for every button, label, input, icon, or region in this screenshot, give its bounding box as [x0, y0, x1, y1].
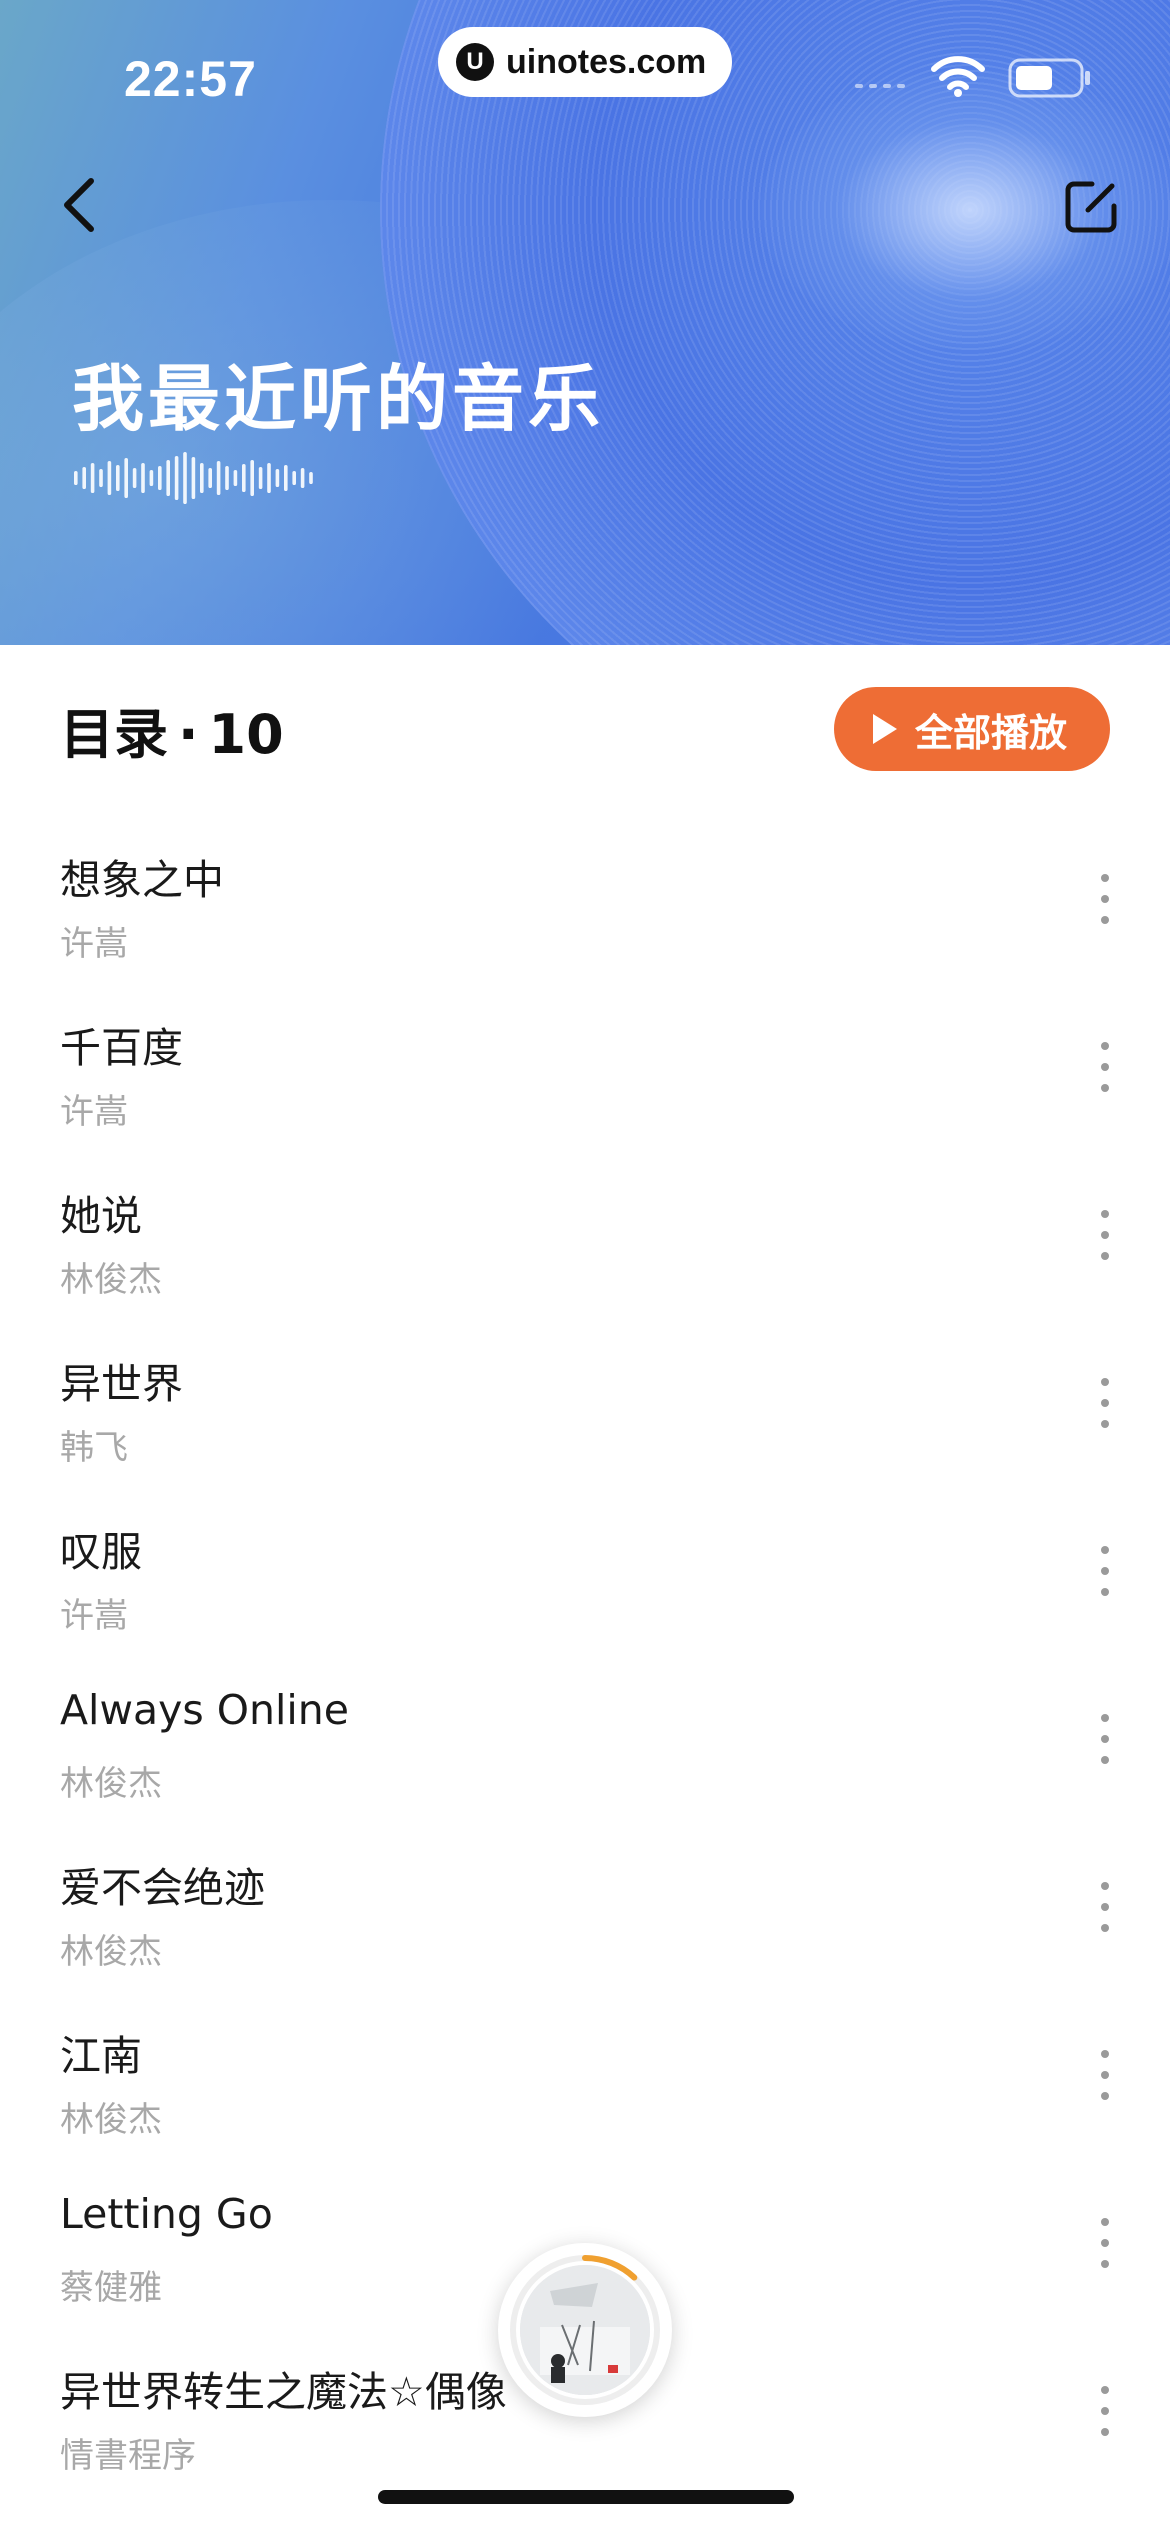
url-text: uinotes.com — [506, 42, 707, 81]
song-artist: 许嵩 — [60, 1092, 128, 1132]
more-options-icon[interactable] — [1098, 2050, 1112, 2100]
song-artist: 许嵩 — [60, 924, 128, 964]
play-icon — [872, 714, 897, 744]
song-artist: 林俊杰 — [60, 2100, 162, 2140]
playlist-title: 我最近听的音乐 — [72, 357, 605, 441]
more-options-icon[interactable] — [1098, 1210, 1112, 1260]
song-artist: 许嵩 — [60, 1596, 128, 1636]
song-title: 江南 — [60, 2032, 142, 2080]
song-artist: 林俊杰 — [60, 1260, 162, 1300]
song-title: Letting Go — [60, 2190, 273, 2238]
home-indicator — [378, 2490, 794, 2504]
site-logo-icon: U — [456, 43, 494, 81]
waveform-icon — [74, 452, 313, 504]
song-title: 叹服 — [60, 1528, 142, 1576]
status-time: 22:57 — [124, 51, 257, 107]
battery-icon — [1008, 58, 1090, 98]
song-artist: 韩飞 — [60, 1428, 128, 1468]
song-artist: 林俊杰 — [60, 1764, 162, 1804]
more-options-icon[interactable] — [1098, 2218, 1112, 2268]
song-row[interactable]: 想象之中 许嵩 — [0, 810, 1170, 978]
wifi-icon — [931, 56, 985, 97]
header-banner: 22:57 U uinotes.com 我最近听的音乐 — [0, 0, 1170, 645]
play-all-button[interactable]: 全部播放 — [834, 687, 1110, 771]
play-all-label: 全部播放 — [914, 710, 1067, 755]
mini-player-button[interactable] — [498, 2243, 672, 2417]
song-artist: 蔡健雅 — [60, 2268, 162, 2308]
url-badge: U uinotes.com — [438, 27, 732, 97]
more-options-icon[interactable] — [1098, 874, 1112, 924]
song-title: 她说 — [60, 1192, 142, 1240]
song-title: 异世界 — [60, 1360, 183, 1408]
more-options-icon[interactable] — [1098, 1546, 1112, 1596]
song-list: 想象之中 许嵩 千百度 许嵩 她说 林俊杰 异世界 韩飞 叹服 许嵩 Alway… — [0, 810, 1170, 2490]
catalog-separator: · — [178, 703, 199, 766]
song-row[interactable]: 叹服 许嵩 — [0, 1482, 1170, 1650]
more-options-icon[interactable] — [1098, 2386, 1112, 2436]
song-title: 异世界转生之魔法☆偶像 — [60, 2368, 507, 2416]
song-title: Always Online — [60, 1686, 350, 1734]
song-row[interactable]: Always Online 林俊杰 — [0, 1650, 1170, 1818]
song-artist: 林俊杰 — [60, 1932, 162, 1972]
song-title: 千百度 — [60, 1024, 183, 1072]
song-title: 想象之中 — [60, 856, 224, 904]
edit-button[interactable] — [1062, 178, 1120, 236]
catalog-heading: 目录 · 10 — [60, 690, 284, 769]
more-options-icon[interactable] — [1098, 1378, 1112, 1428]
song-count: 10 — [208, 703, 284, 766]
song-title: 爱不会绝迹 — [60, 1864, 265, 1912]
catalog-label: 目录 — [60, 703, 168, 766]
signal-icon — [855, 84, 905, 88]
song-row[interactable]: 千百度 许嵩 — [0, 978, 1170, 1146]
song-row[interactable]: 爱不会绝迹 林俊杰 — [0, 1818, 1170, 1986]
song-row[interactable]: 异世界 韩飞 — [0, 1314, 1170, 1482]
album-art — [520, 2265, 650, 2395]
more-options-icon[interactable] — [1098, 1882, 1112, 1932]
back-button[interactable] — [55, 175, 105, 235]
song-row[interactable]: 她说 林俊杰 — [0, 1146, 1170, 1314]
more-options-icon[interactable] — [1098, 1042, 1112, 1092]
song-row[interactable]: 江南 林俊杰 — [0, 1986, 1170, 2154]
song-artist: 情書程序 — [60, 2436, 196, 2476]
more-options-icon[interactable] — [1098, 1714, 1112, 1764]
